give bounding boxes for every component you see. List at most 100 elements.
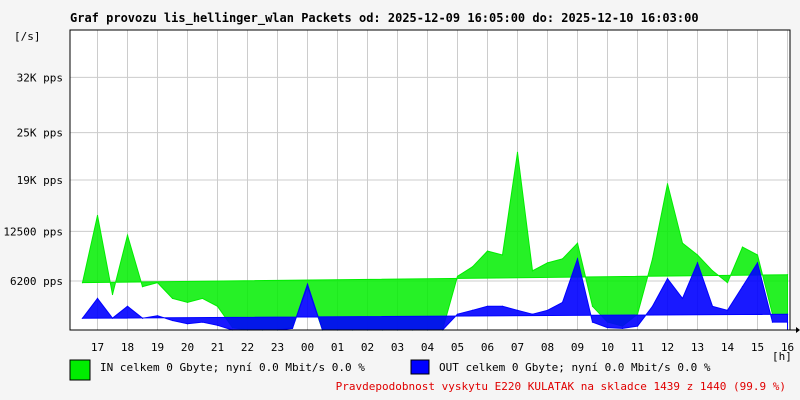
series-out-point — [546, 309, 549, 311]
series-out-point — [156, 315, 159, 317]
y-tick-label: 19K pps — [17, 174, 63, 187]
series-out-point — [696, 262, 699, 264]
traffic-chart: Graf provozu lis_hellinger_wlan Packets … — [0, 0, 800, 400]
series-in-point — [756, 254, 759, 256]
series-in-point — [126, 234, 129, 236]
y-tick-label: 6200 pps — [10, 275, 63, 288]
series-in-point — [516, 151, 519, 153]
series-out-point — [141, 317, 144, 319]
series-in-point — [711, 270, 714, 272]
legend-label: IN celkem 0 Gbyte; nyní 0.0 Mbit/s 0.0 % — [100, 361, 365, 374]
x-tick-label: 18 — [121, 341, 134, 354]
series-in-point — [681, 242, 684, 244]
x-tick-label: 06 — [481, 341, 494, 354]
x-tick-label: 02 — [361, 341, 374, 354]
x-tick-label: 19 — [151, 341, 164, 354]
series-out-point — [576, 258, 579, 260]
series-in-point — [546, 262, 549, 264]
x-tick-label: 10 — [601, 341, 614, 354]
series-out-point — [636, 325, 639, 327]
series-out-point — [651, 305, 654, 307]
series-out-point — [291, 327, 294, 329]
x-tick-label: 05 — [451, 341, 464, 354]
series-out-point — [96, 297, 99, 299]
footer-note: Pravdepodobnost vyskytu E220 KULATAK na … — [336, 380, 786, 393]
series-in-point — [81, 282, 84, 284]
series-out-point — [186, 323, 189, 325]
series-out-point — [726, 309, 729, 311]
y-axis-label: [/s] — [14, 30, 41, 43]
x-tick-label: 03 — [391, 341, 404, 354]
y-tick-label: 25K pps — [17, 127, 63, 140]
series-in-point — [666, 183, 669, 185]
series-out-point — [771, 321, 774, 323]
x-tick-label: 07 — [511, 341, 524, 354]
series-in-point — [726, 282, 729, 284]
x-tick-label: 08 — [541, 341, 554, 354]
series-in-point — [696, 254, 699, 256]
x-tick-label: 14 — [721, 341, 735, 354]
legend-label: OUT celkem 0 Gbyte; nyní 0.0 Mbit/s 0.0 … — [439, 361, 711, 374]
series-in-point — [531, 270, 534, 272]
series-in-point — [501, 254, 504, 256]
series-out-point — [681, 297, 684, 299]
series-out-point — [216, 324, 219, 326]
series-in-point — [651, 258, 654, 260]
series-out-point — [126, 305, 129, 307]
series-out-point — [111, 317, 114, 319]
y-tick-label: 12500 pps — [3, 225, 63, 238]
series-in-point — [96, 214, 99, 217]
x-tick-label: 04 — [421, 341, 435, 354]
x-tick-label: 12 — [661, 341, 674, 354]
series-in-point — [216, 305, 219, 307]
series-in-point — [576, 242, 579, 244]
series-out-point — [786, 321, 789, 323]
series-out-point — [81, 317, 84, 319]
series-out-point — [516, 309, 519, 311]
x-tick-label: 01 — [331, 341, 344, 354]
series-out-point — [756, 262, 759, 264]
chart-title: Graf provozu lis_hellinger_wlan Packets … — [70, 11, 699, 26]
series-in-point — [471, 266, 474, 268]
x-tick-label: 23 — [271, 341, 284, 354]
series-out-point — [306, 283, 309, 285]
series-out-point — [201, 321, 204, 323]
series-out-point — [666, 278, 669, 280]
x-tick-label: 09 — [571, 341, 584, 354]
series-in-point — [591, 305, 594, 307]
x-axis-label: [h] — [772, 350, 792, 363]
series-out-point — [486, 305, 489, 307]
series-in-point — [456, 275, 459, 277]
x-tick-label: 15 — [751, 341, 764, 354]
series-in-point — [171, 297, 174, 299]
series-out-point — [501, 305, 504, 307]
x-tick-label: 13 — [691, 341, 704, 354]
series-out-point — [561, 301, 564, 303]
series-in-point — [201, 297, 204, 299]
legend-swatch — [410, 359, 430, 375]
legend-swatch — [69, 359, 91, 381]
y-tick-label: 32K pps — [17, 71, 63, 84]
x-tick-label: 21 — [211, 341, 224, 354]
series-out-point — [621, 327, 624, 329]
series-out-point — [456, 313, 459, 315]
series-out-point — [741, 286, 744, 288]
series-in-point — [561, 258, 564, 260]
series-out-point — [591, 321, 594, 323]
series-out-point — [711, 305, 714, 307]
series-in-point — [111, 293, 114, 296]
series-out-point — [471, 309, 474, 311]
series-out-point — [606, 327, 609, 329]
x-tick-label: 22 — [241, 341, 254, 354]
series-in-point — [186, 301, 189, 303]
series-in-point — [141, 286, 144, 288]
series-in-point — [156, 282, 159, 284]
series-in-point — [786, 274, 789, 276]
series-in-point — [741, 246, 744, 248]
x-tick-label: 20 — [181, 341, 194, 354]
series-out-point — [531, 313, 534, 315]
x-tick-label: 00 — [301, 341, 314, 354]
x-tick-label: 11 — [631, 341, 644, 354]
series-out-point — [786, 313, 789, 315]
series-out-point — [171, 319, 174, 322]
